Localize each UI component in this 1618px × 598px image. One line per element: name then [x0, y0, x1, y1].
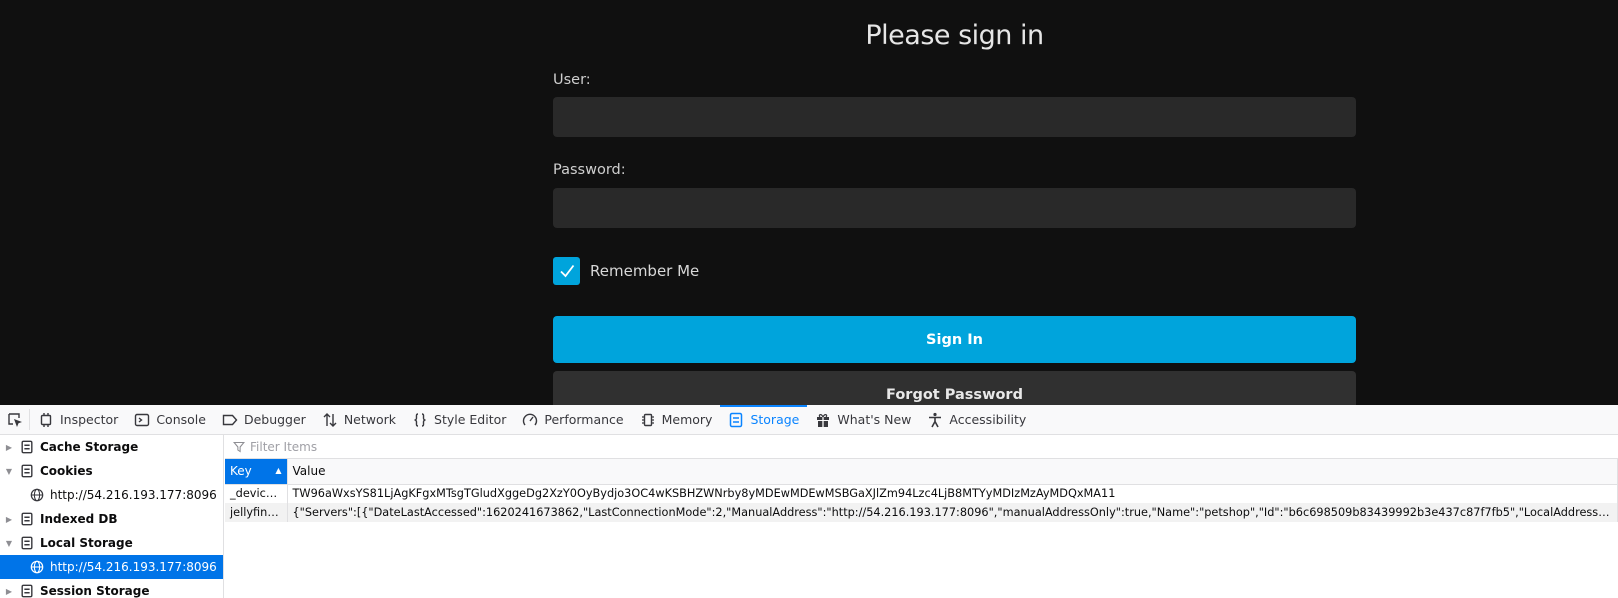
filter-icon — [233, 441, 245, 452]
expand-arrow-icon[interactable]: ▶ — [4, 586, 14, 596]
tree-item-label: Indexed DB — [40, 512, 118, 526]
sort-ascending-icon: ▲ — [275, 466, 282, 476]
tree-item-label: Session Storage — [40, 584, 150, 598]
tab-label: Memory — [661, 412, 713, 427]
tab-label: Style Editor — [434, 412, 507, 427]
tab-label: Performance — [544, 412, 624, 427]
tab-debugger[interactable]: Debugger — [214, 405, 314, 434]
sign-in-button[interactable]: Sign In — [553, 316, 1356, 363]
storage-icon — [20, 512, 34, 526]
password-input[interactable] — [553, 188, 1356, 228]
gift-icon — [817, 413, 830, 427]
tab-label: Debugger — [243, 412, 306, 427]
tree-item-label: Cache Storage — [40, 440, 139, 454]
element-picker-button[interactable] — [0, 409, 30, 430]
column-header-key[interactable]: Key ▲ — [225, 459, 288, 485]
tab-whats-new[interactable]: What's New — [807, 405, 919, 434]
filter-bar — [225, 435, 1618, 459]
filter-items-input[interactable] — [250, 439, 650, 454]
storage-icon — [730, 412, 743, 427]
tab-label: Console — [156, 412, 206, 427]
tab-memory[interactable]: Memory — [632, 405, 721, 434]
memory-icon — [641, 413, 654, 426]
globe-icon — [30, 488, 44, 502]
tab-inspector[interactable]: Inspector — [30, 405, 126, 434]
storage-icon — [20, 440, 34, 454]
element-picker-icon — [7, 412, 22, 427]
table-row[interactable]: jellyfin_cr... {"Servers":[{"DateLastAcc… — [225, 503, 1618, 522]
console-icon — [135, 413, 150, 426]
cell-value[interactable]: {"Servers":[{"DateLastAccessed":16202416… — [287, 503, 1618, 522]
remember-me-label: Remember Me — [590, 262, 700, 280]
network-icon — [323, 412, 337, 427]
storage-sidebar: ▶ Cache Storage ▼ Cookies http://54.216.… — [0, 435, 224, 598]
cell-key[interactable]: jellyfin_cr... — [225, 503, 288, 522]
tree-item-cookies[interactable]: ▼ Cookies — [0, 459, 223, 483]
storage-icon — [20, 584, 34, 598]
forgot-password-button[interactable]: Forgot Password — [553, 371, 1356, 405]
user-input[interactable] — [553, 97, 1356, 137]
remember-me-checkbox[interactable]: Remember Me — [553, 257, 699, 285]
tree-item-label: http://54.216.193.177:8096 — [50, 560, 217, 574]
column-header-label: Value — [292, 464, 326, 479]
accessibility-icon — [929, 412, 942, 427]
storage-icon — [20, 464, 34, 478]
user-label: User: — [553, 72, 591, 88]
tab-performance[interactable]: Performance — [514, 405, 631, 434]
devtools-toolbar: Inspector Console Debugger Network Style… — [0, 405, 1618, 435]
password-label: Password: — [553, 162, 626, 178]
tab-network[interactable]: Network — [314, 405, 404, 434]
checkmark-icon — [559, 264, 574, 278]
tree-item-label: Local Storage — [40, 536, 133, 550]
column-header-value[interactable]: Value — [287, 459, 1618, 485]
page-viewport: Please sign in User: Password: Remember … — [0, 0, 1618, 405]
expand-arrow-icon[interactable]: ▶ — [4, 442, 14, 452]
storage-icon — [20, 536, 34, 550]
page-title: Please sign in — [865, 20, 1044, 51]
collapse-arrow-icon[interactable]: ▼ — [4, 466, 14, 476]
cell-value[interactable]: TW96aWxsYS81LjAgKFgxMTsgTGludXggeDg2XzY0… — [287, 484, 1618, 503]
tab-label: Storage — [750, 412, 800, 427]
cell-key[interactable]: _deviceId2 — [225, 484, 288, 503]
globe-icon — [30, 560, 44, 574]
collapse-arrow-icon[interactable]: ▼ — [4, 538, 14, 548]
storage-table-panel: Key ▲ Value _deviceId2 TW96aWxsYS81LjAgKF… — [225, 435, 1618, 598]
debugger-icon — [222, 414, 238, 425]
tree-item-label: http://54.216.193.177:8096 — [50, 488, 217, 502]
tree-item-cache-storage[interactable]: ▶ Cache Storage — [0, 435, 223, 459]
storage-table: Key ▲ Value _deviceId2 TW96aWxsYS81LjAgKF… — [225, 459, 1618, 522]
devtools-panel: Inspector Console Debugger Network Style… — [0, 405, 1618, 598]
expand-arrow-icon[interactable]: ▶ — [4, 514, 14, 524]
tab-style-editor[interactable]: Style Editor — [404, 405, 514, 434]
tree-item-indexed-db[interactable]: ▶ Indexed DB — [0, 507, 223, 531]
style-editor-icon — [414, 412, 426, 427]
table-row[interactable]: _deviceId2 TW96aWxsYS81LjAgKFgxMTsgTGlud… — [225, 484, 1618, 503]
tab-label: What's New — [837, 412, 912, 427]
checkbox-checked[interactable] — [553, 257, 580, 285]
tab-accessibility[interactable]: Accessibility — [919, 405, 1034, 434]
performance-icon — [523, 413, 538, 425]
inspector-icon — [40, 412, 52, 427]
tree-item-label: Cookies — [40, 464, 93, 478]
tab-storage[interactable]: Storage — [720, 405, 808, 434]
tab-label: Inspector — [60, 412, 119, 427]
tree-item-local-storage-host[interactable]: http://54.216.193.177:8096 — [0, 555, 223, 579]
tab-console[interactable]: Console — [126, 405, 214, 434]
tab-label: Accessibility — [949, 412, 1027, 427]
tree-item-cookies-host[interactable]: http://54.216.193.177:8096 — [0, 483, 223, 507]
tree-item-local-storage[interactable]: ▼ Local Storage — [0, 531, 223, 555]
tree-item-session-storage[interactable]: ▶ Session Storage — [0, 579, 223, 598]
column-header-label: Key — [230, 464, 252, 479]
tab-label: Network — [343, 412, 397, 427]
